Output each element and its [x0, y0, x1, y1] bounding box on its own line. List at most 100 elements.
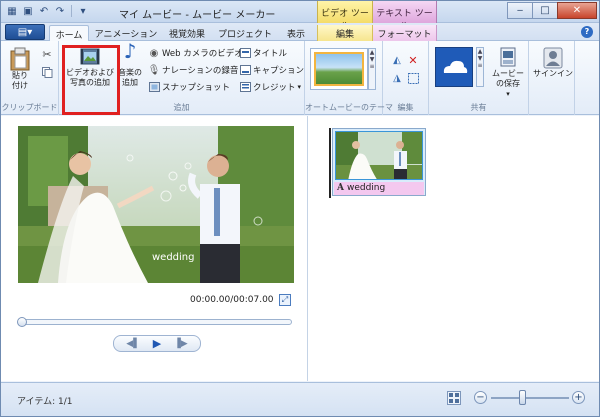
dropdown-arrow-icon: ▾	[506, 90, 510, 98]
storyboard-clip[interactable]: A wedding	[332, 128, 426, 196]
signin-button[interactable]: サインイン	[533, 47, 573, 79]
zoom-in-button[interactable]: +	[572, 391, 585, 404]
group-clipboard: 貼り付け ✂ クリップボード	[1, 41, 59, 115]
select-all-button[interactable]	[407, 71, 421, 85]
rotate-left-button[interactable]: ◭	[391, 53, 405, 67]
tab-view[interactable]: 表示	[279, 25, 313, 41]
group-edit: ◭ ✕ ◮ 編集	[383, 41, 429, 115]
rotate-right-button[interactable]: ◮	[391, 71, 405, 85]
snapshot-label: スナップショット	[162, 83, 231, 93]
caption-label: キャプション	[253, 66, 305, 76]
add-music-label: 音楽の追加	[118, 68, 142, 87]
paste-icon	[10, 47, 30, 71]
tab-edit[interactable]: 編集	[317, 25, 373, 41]
copy-icon	[41, 66, 53, 78]
clip-thumbnail-image	[336, 132, 422, 179]
webcam-video-button[interactable]: ◉ Web カメラのビデオ	[148, 46, 243, 60]
play-icon[interactable]: ▶	[153, 337, 161, 350]
gallery-scroll[interactable]: ▲ ▼ ≡	[368, 48, 376, 90]
quick-access-toolbar: ▦ ▣ ↶ ↷ ▾	[5, 4, 90, 18]
preview-pane: wedding 00:00.00/00:07.00 ⤢ ◀▌ ▶ ▐▶	[1, 116, 308, 381]
save-movie-button[interactable]: ムービーの保存 ▾	[489, 47, 527, 99]
record-narration-label: ナレーションの録音	[162, 66, 239, 76]
customize-toolbar-icon[interactable]: ▾	[76, 4, 90, 18]
microphone-icon: 🎙	[147, 64, 161, 76]
preview-text-overlay: wedding	[152, 252, 195, 263]
rotate-left-icon: ◭	[393, 54, 401, 66]
rotate-right-icon: ◮	[393, 72, 401, 84]
window-controls: ‒ □ ✕	[507, 2, 597, 19]
title-icon	[239, 47, 251, 59]
thumbnail-size-icon	[449, 393, 459, 403]
onedrive-share-button[interactable]	[435, 47, 473, 87]
select-all-icon	[407, 72, 419, 84]
caption-button[interactable]: キャプション	[239, 63, 304, 77]
save-movie-icon	[500, 47, 516, 67]
paste-label: 貼り付け	[12, 71, 28, 90]
onedrive-cloud-icon	[435, 47, 473, 87]
group-label-share: 共有	[470, 103, 487, 112]
seek-thumb[interactable]	[17, 317, 27, 327]
tab-format[interactable]: フォーマット	[373, 25, 437, 41]
add-music-button[interactable]: ♪ 音楽の追加	[116, 39, 144, 88]
tab-visual-effects[interactable]: 視覚効果	[161, 25, 213, 41]
caption-icon	[239, 64, 251, 76]
undo-icon[interactable]: ↶	[37, 4, 51, 18]
snapshot-button[interactable]: スナップショット	[148, 80, 230, 94]
paste-button[interactable]: 貼り付け	[7, 47, 33, 91]
clip-thumbnail	[335, 131, 423, 180]
playhead-marker[interactable]	[329, 128, 331, 198]
theme-thumbnail[interactable]	[314, 52, 364, 86]
music-note-icon: ♪	[123, 39, 137, 63]
annotation-highlight-box	[62, 45, 120, 115]
group-label-automovie: オートムービーのテーマ	[305, 103, 393, 112]
thumbnail-size-button[interactable]	[447, 391, 461, 405]
movie-maker-window: ▦ ▣ ↶ ↷ ▾ マイ ムービー - ムービー メーカー ビデオ ツール テキ…	[0, 0, 600, 417]
save-movie-label: ムービーの保存	[492, 69, 524, 88]
credits-label: クレジット	[253, 83, 296, 93]
zoom-slider-thumb[interactable]	[519, 390, 527, 405]
main-area: wedding 00:00.00/00:07.00 ⤢ ◀▌ ▶ ▐▶ A we…	[1, 116, 599, 381]
title-button[interactable]: タイトル	[239, 46, 287, 60]
file-menu-button[interactable]: ▤▾	[5, 24, 45, 40]
video-preview[interactable]: wedding	[18, 126, 294, 283]
dropdown-arrow-icon: ▾	[297, 83, 302, 91]
playback-time: 00:00.00/00:07.00	[190, 295, 274, 305]
credits-icon	[239, 81, 251, 93]
record-narration-button[interactable]: 🎙 ナレーションの録音 ▾	[148, 63, 244, 77]
fullscreen-preview-button[interactable]: ⤢	[279, 294, 291, 306]
group-label-clipboard: クリップボード	[1, 103, 58, 112]
save-icon[interactable]: ▣	[21, 4, 35, 18]
zoom-out-button[interactable]: −	[474, 391, 487, 404]
signin-label: サインイン	[533, 69, 573, 78]
clip-label-text: wedding	[346, 183, 386, 193]
copy-button[interactable]	[41, 65, 55, 79]
credits-button[interactable]: クレジット ▾	[239, 80, 301, 94]
status-bar: アイテム: 1/1 − +	[1, 382, 599, 416]
close-button[interactable]: ✕	[557, 2, 597, 19]
toolbar-divider	[71, 5, 72, 17]
zoom-slider-track[interactable]	[491, 397, 569, 399]
playback-controls: ◀▌ ▶ ▐▶	[113, 335, 201, 352]
share-gallery-scroll[interactable]: ▲ ▼ ≡	[476, 47, 484, 87]
tab-project[interactable]: プロジェクト	[215, 25, 275, 41]
redo-icon[interactable]: ↷	[53, 4, 67, 18]
remove-button[interactable]: ✕	[407, 53, 421, 67]
app-icon[interactable]: ▦	[5, 4, 19, 18]
tab-home[interactable]: ホーム	[49, 25, 89, 42]
seek-bar[interactable]	[17, 317, 292, 327]
text-overlay-icon: A	[337, 183, 344, 193]
maximize-button[interactable]: □	[532, 2, 558, 19]
next-frame-icon[interactable]: ▐▶	[174, 339, 188, 349]
user-account-icon	[543, 47, 563, 69]
title-label: タイトル	[253, 49, 288, 59]
help-icon[interactable]: ?	[581, 26, 593, 38]
title-bar: ▦ ▣ ↶ ↷ ▾ マイ ムービー - ムービー メーカー ビデオ ツール テキ…	[1, 1, 599, 32]
group-share: ▲ ▼ ≡ ムービーの保存 ▾ 共有	[429, 41, 529, 115]
webcam-video-label: Web カメラのビデオ	[162, 49, 243, 59]
automovie-theme-gallery[interactable]	[310, 48, 368, 90]
minimize-button[interactable]: ‒	[507, 2, 533, 19]
previous-frame-icon[interactable]: ◀▌	[126, 339, 140, 349]
cut-button[interactable]: ✂	[41, 47, 55, 61]
clip-text-label[interactable]: A wedding	[334, 182, 424, 195]
